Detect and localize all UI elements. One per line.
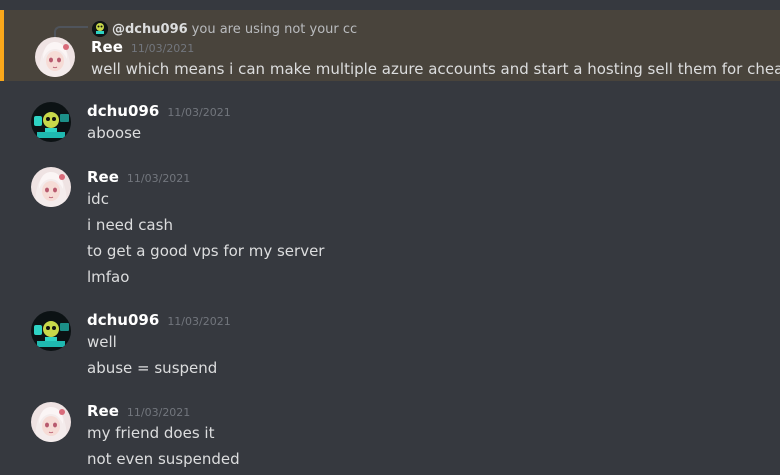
author-name[interactable]: Ree	[87, 168, 119, 186]
message-text: abuse = suspend	[87, 359, 218, 377]
timestamp[interactable]: 11/03/2021	[131, 42, 194, 55]
message-header: Ree 11/03/2021	[91, 38, 194, 56]
timestamp[interactable]: 11/03/2021	[127, 172, 190, 185]
message-text: aboose	[87, 124, 142, 142]
author-name[interactable]: dchu096	[87, 102, 159, 120]
author-name[interactable]: dchu096	[87, 311, 159, 329]
message-header: Ree 11/03/2021	[87, 402, 190, 420]
reply-reference[interactable]: @dchu096 you are using not your cc	[92, 19, 357, 39]
reply-avatar-icon[interactable]	[92, 21, 108, 37]
message-group: dchu096 11/03/2021 well abuse = suspend	[0, 309, 780, 381]
message-group-highlighted: @dchu096 you are using not your cc Ree 1…	[0, 10, 780, 81]
message-text: lmfao	[87, 268, 130, 286]
message-text: not even suspended	[87, 450, 240, 468]
reply-spine	[54, 26, 88, 37]
reply-author[interactable]: @dchu096	[112, 22, 188, 37]
avatar-ree[interactable]	[31, 402, 71, 442]
message-text: to get a good vps for my server	[87, 242, 325, 260]
avatar-dchu096[interactable]	[31, 311, 71, 351]
reply-text[interactable]: you are using not your cc	[192, 22, 358, 37]
message-text: idc	[87, 190, 109, 208]
timestamp[interactable]: 11/03/2021	[127, 406, 190, 419]
message-header: dchu096 11/03/2021	[87, 102, 231, 120]
message-text: well which means i can make multiple azu…	[91, 60, 780, 78]
author-name[interactable]: Ree	[87, 402, 119, 420]
message-text: well	[87, 333, 117, 351]
message-text: i need cash	[87, 216, 173, 234]
message-group: Ree 11/03/2021 idc i need cash to get a …	[0, 166, 780, 291]
message-group: Ree 11/03/2021 my friend does it not eve…	[0, 400, 780, 475]
message-header: Ree 11/03/2021	[87, 168, 190, 186]
avatar-dchu096[interactable]	[31, 102, 71, 142]
timestamp[interactable]: 11/03/2021	[167, 315, 230, 328]
message-header: dchu096 11/03/2021	[87, 311, 231, 329]
author-name[interactable]: Ree	[91, 38, 123, 56]
timestamp[interactable]: 11/03/2021	[167, 106, 230, 119]
message-group: dchu096 11/03/2021 aboose	[0, 100, 780, 150]
avatar-ree[interactable]	[35, 37, 75, 77]
avatar-ree[interactable]	[31, 167, 71, 207]
message-text: my friend does it	[87, 424, 215, 442]
